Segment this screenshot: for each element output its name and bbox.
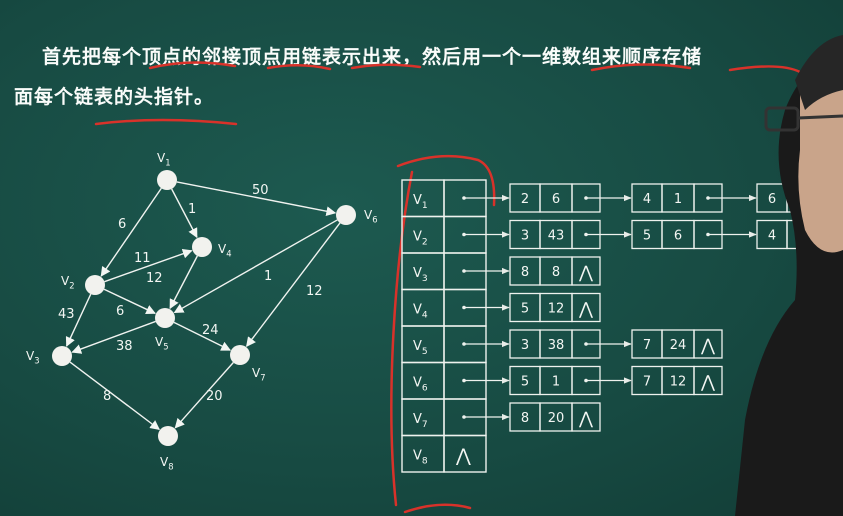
list-node-vertex: 5 — [643, 229, 651, 244]
head-label-v7: V7 — [413, 412, 428, 430]
list-node-vertex: 7 — [643, 375, 651, 390]
edge-weight: 12 — [306, 284, 323, 299]
lecturer-figure — [735, 0, 843, 516]
edge-weight: 11 — [134, 251, 151, 266]
node-label-v6: V6 — [364, 208, 378, 225]
graph-edge-5-3 — [71, 320, 156, 354]
list-node-vertex: 5 — [521, 302, 529, 317]
pointer-origin — [462, 378, 466, 383]
list-node-vertex: 8 — [521, 265, 529, 280]
directed-graph: 6 1 50 43 11 6 8 12 38 24 1 12 20 V1 V2 V3 V4 V5 V6 V7 V8 — [26, 151, 378, 472]
list-node-vertex: 4 — [768, 229, 776, 244]
list-node-vertex: 6 — [768, 192, 776, 207]
list-node-weight: 6 — [674, 229, 682, 244]
null-marker: ⋀ — [578, 300, 593, 320]
edge-weight: 6 — [116, 304, 124, 319]
list-node-weight: 1 — [674, 192, 682, 207]
lecture-diagram: 615043116812382411220V1V2V3V4V5V6V7V8 V1… — [26, 0, 843, 516]
null-marker: ⋀ — [578, 263, 593, 283]
pointer-origin — [584, 342, 588, 346]
graph-edge-7-8 — [174, 362, 234, 429]
edge-weight: 43 — [58, 307, 75, 322]
edge-weight: 1 — [188, 202, 196, 217]
graph-edge-3-8 — [69, 361, 161, 430]
head-label-v1: V1 — [413, 193, 428, 211]
node-label-v1: V1 — [157, 151, 171, 168]
graph-node-v4 — [192, 237, 212, 257]
node-label-v2: V2 — [61, 274, 75, 291]
node-label-v5: V5 — [155, 335, 169, 352]
pointer-origin — [462, 232, 466, 237]
node-label-v8: V8 — [160, 455, 174, 472]
pointer-origin — [462, 342, 466, 346]
list-node-weight: 20 — [548, 411, 565, 426]
pointer-origin — [462, 415, 466, 419]
head-label-v3: V3 — [413, 266, 428, 284]
graph-node-v2 — [85, 275, 105, 295]
head-label-v6: V6 — [413, 376, 428, 394]
graph-edge-4-5 — [169, 255, 198, 310]
null-marker: ⋀ — [700, 336, 715, 356]
node-label-v4: V4 — [218, 242, 232, 259]
list-node-vertex: 5 — [521, 375, 529, 390]
null-marker: ⋀ — [455, 446, 471, 467]
list-node-weight: 1 — [552, 375, 560, 390]
graph-node-v1 — [157, 170, 177, 190]
head-array-cell — [401, 215, 445, 254]
edge-weight: 6 — [118, 217, 126, 232]
list-node-vertex: 3 — [521, 338, 529, 353]
list-node-vertex: 7 — [643, 338, 651, 353]
head-array-cell — [401, 361, 445, 400]
pointer-origin — [706, 196, 710, 200]
list-node-vertex: 8 — [521, 411, 529, 426]
list-node-weight: 8 — [552, 265, 560, 280]
list-node-weight: 43 — [548, 229, 565, 244]
head-label-v4: V4 — [413, 303, 428, 321]
red-chalk-marks — [94, 61, 802, 514]
head-array-cell — [401, 288, 445, 327]
edge-weight: 50 — [252, 183, 269, 198]
pointer-origin — [584, 232, 588, 237]
pointer-origin — [584, 196, 588, 200]
list-node-weight: 24 — [670, 338, 687, 353]
edge-weight: 1 — [264, 269, 272, 284]
edge-weight: 38 — [116, 339, 133, 354]
list-node-vertex: 2 — [521, 192, 529, 207]
graph-edge-6-7 — [246, 222, 341, 348]
list-node-weight: 12 — [548, 302, 565, 317]
node-label-v7: V7 — [252, 366, 266, 383]
head-array-cell — [401, 398, 445, 437]
edge-weight: 24 — [202, 323, 219, 338]
pointer-origin — [462, 305, 466, 310]
pointer-origin — [462, 196, 466, 200]
pointer-origin — [706, 232, 710, 237]
head-array-cell — [401, 325, 445, 364]
graph-node-v3 — [52, 346, 72, 366]
list-node-vertex: 3 — [521, 229, 529, 244]
edge-weight: 20 — [206, 389, 223, 404]
graph-node-v5 — [155, 308, 175, 328]
null-marker: ⋀ — [700, 373, 715, 393]
graph-edge-1-2 — [100, 187, 162, 277]
graph-node-v8 — [158, 426, 178, 446]
pointer-origin — [584, 378, 588, 383]
list-node-weight: 38 — [548, 338, 565, 353]
head-array-cell — [401, 434, 445, 473]
edge-weight: 12 — [146, 271, 163, 286]
head-label-v8: V8 — [413, 449, 428, 467]
null-marker: ⋀ — [578, 409, 593, 429]
list-node-weight: 12 — [670, 375, 687, 390]
head-array-cell — [401, 252, 445, 291]
list-node-vertex: 4 — [643, 192, 651, 207]
graph-edge-2-5 — [103, 288, 156, 314]
graph-node-v6 — [336, 205, 356, 225]
head-label-v5: V5 — [413, 339, 428, 357]
head-label-v2: V2 — [413, 230, 428, 248]
pointer-origin — [462, 269, 466, 273]
graph-node-v7 — [230, 345, 250, 365]
edge-weight: 8 — [103, 389, 111, 404]
list-node-weight: 6 — [552, 192, 560, 207]
node-label-v3: V3 — [26, 349, 40, 366]
